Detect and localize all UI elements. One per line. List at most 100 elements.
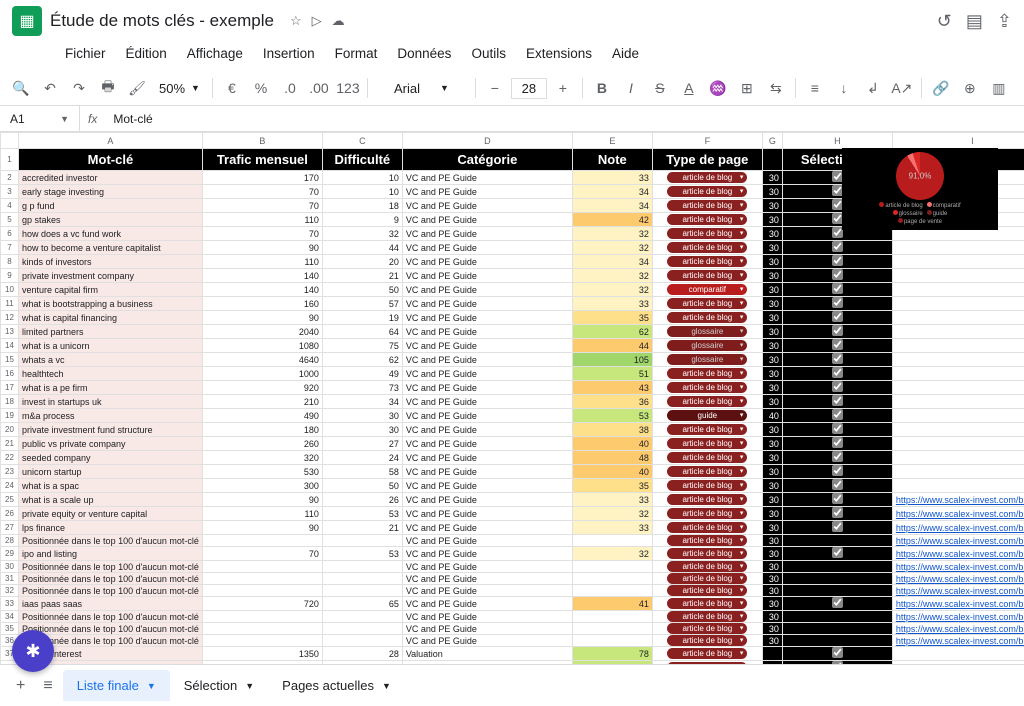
cell-g[interactable]: 30 [762, 339, 782, 353]
cell-keyword[interactable]: what is bootstrapping a business [19, 297, 203, 311]
cell-keyword[interactable]: g p fund [19, 199, 203, 213]
cell-pagetype[interactable]: article de blog [652, 171, 762, 185]
cell-keyword[interactable]: Positionnée dans le top 100 d'aucun mot-… [19, 535, 203, 547]
cell-pagetype[interactable]: article de blog [652, 585, 762, 597]
cell-keyword[interactable]: Positionnée dans le top 100 d'aucun mot-… [19, 585, 203, 597]
cell-category[interactable]: VC and PE Guide [402, 465, 572, 479]
header-cell[interactable]: Trafic mensuel [202, 149, 322, 171]
col-header-A[interactable]: A [19, 133, 203, 149]
cell-g[interactable]: 30 [762, 353, 782, 367]
select-checkbox[interactable] [832, 353, 843, 364]
cell-note[interactable]: 43 [572, 381, 652, 395]
row-header-12[interactable]: 12 [1, 311, 19, 325]
cell-keyword[interactable]: what is capital financing [19, 311, 203, 325]
cell-selected[interactable] [782, 381, 892, 395]
cell-note[interactable]: 44 [572, 339, 652, 353]
select-checkbox[interactable] [832, 437, 843, 448]
cell-url[interactable] [892, 325, 1024, 339]
font-increase-icon[interactable]: + [550, 75, 576, 101]
cell-traffic[interactable]: 490 [202, 409, 322, 423]
font-size-input[interactable]: 28 [511, 78, 547, 99]
cell-difficulty[interactable] [322, 573, 402, 585]
cell-traffic[interactable]: 90 [202, 241, 322, 255]
cell-note[interactable]: 32 [572, 507, 652, 521]
header-cell[interactable]: Catégorie [402, 149, 572, 171]
row-header-29[interactable]: 29 [1, 547, 19, 561]
cell-category[interactable]: VC and PE Guide [402, 635, 572, 647]
cell-note[interactable]: 48 [572, 451, 652, 465]
cell-pagetype[interactable]: article de blog [652, 297, 762, 311]
cell-pagetype[interactable]: article de blog [652, 465, 762, 479]
cell-selected[interactable] [782, 465, 892, 479]
cell-difficulty[interactable] [322, 561, 402, 573]
cell-selected[interactable] [782, 311, 892, 325]
format-number-icon[interactable]: 123 [335, 75, 361, 101]
cell-keyword[interactable]: accredited investor [19, 171, 203, 185]
cell-g[interactable]: 30 [762, 561, 782, 573]
row-header-2[interactable]: 2 [1, 171, 19, 185]
cell-url[interactable]: https://www.scalex-invest.com/blog/decod… [892, 611, 1024, 623]
cell-category[interactable]: VC and PE Guide [402, 409, 572, 423]
cell-traffic[interactable] [202, 535, 322, 547]
cell-url[interactable] [892, 255, 1024, 269]
cell-category[interactable]: VC and PE Guide [402, 437, 572, 451]
cloud-icon[interactable]: ☁ [332, 13, 345, 29]
cell-url[interactable] [892, 479, 1024, 493]
cell-note[interactable]: 33 [572, 171, 652, 185]
header-cell[interactable]: Mot-clé [19, 149, 203, 171]
cell-category[interactable]: VC and PE Guide [402, 493, 572, 507]
cell-traffic[interactable]: 90 [202, 311, 322, 325]
cell-traffic[interactable]: 260 [202, 437, 322, 451]
cell-category[interactable]: VC and PE Guide [402, 585, 572, 597]
select-checkbox[interactable] [832, 423, 843, 434]
sheet-tab[interactable]: Sélection ▼ [170, 670, 268, 701]
cell-difficulty[interactable]: 10 [322, 171, 402, 185]
cell-g[interactable]: 30 [762, 241, 782, 255]
cell-selected[interactable] [782, 597, 892, 611]
col-header-H[interactable]: H [782, 133, 892, 149]
cell-pagetype[interactable]: article de blog [652, 573, 762, 585]
cell-pagetype[interactable]: article de blog [652, 535, 762, 547]
cell-category[interactable]: VC and PE Guide [402, 311, 572, 325]
cell-note[interactable] [572, 535, 652, 547]
cell-traffic[interactable]: 1080 [202, 339, 322, 353]
cell-url[interactable]: https://www.scalex-invest.com/blog/infog… [892, 573, 1024, 585]
cell-difficulty[interactable] [322, 585, 402, 597]
cell-difficulty[interactable]: 53 [322, 547, 402, 561]
cell-selected[interactable] [782, 423, 892, 437]
menu-outils[interactable]: Outils [462, 42, 515, 65]
header-cell[interactable]: Note [572, 149, 652, 171]
row-header-3[interactable]: 3 [1, 185, 19, 199]
cell-category[interactable]: VC and PE Guide [402, 255, 572, 269]
cell-selected[interactable] [782, 521, 892, 535]
cell-difficulty[interactable]: 30 [322, 409, 402, 423]
formula-input[interactable]: Mot-clé [105, 106, 1024, 131]
cell-selected[interactable] [782, 283, 892, 297]
cell-selected[interactable] [782, 585, 892, 597]
cell-url[interactable] [892, 409, 1024, 423]
cell-difficulty[interactable]: 24 [322, 451, 402, 465]
cell-traffic[interactable]: 140 [202, 269, 322, 283]
cell-selected[interactable] [782, 395, 892, 409]
cell-g[interactable]: 30 [762, 269, 782, 283]
name-box[interactable]: A1▼ [0, 106, 80, 131]
cell-difficulty[interactable]: 65 [322, 597, 402, 611]
cell-keyword[interactable]: kinds of investors [19, 255, 203, 269]
select-checkbox[interactable] [832, 255, 843, 266]
cell-g[interactable]: 30 [762, 451, 782, 465]
cell-url[interactable]: https://www.scalex-invest.com/blog/techn… [892, 535, 1024, 547]
cell-keyword[interactable]: early stage investing [19, 185, 203, 199]
cell-category[interactable]: VC and PE Guide [402, 395, 572, 409]
select-checkbox[interactable] [832, 451, 843, 462]
cell-g[interactable] [762, 647, 782, 661]
row-header-1[interactable]: 1 [1, 149, 19, 171]
cell-pagetype[interactable]: article de blog [652, 451, 762, 465]
comment-icon[interactable]: ▤ [966, 11, 983, 32]
cell-keyword[interactable]: seeded company [19, 451, 203, 465]
cell-note[interactable] [572, 635, 652, 647]
select-checkbox[interactable] [832, 547, 843, 558]
cell-category[interactable]: VC and PE Guide [402, 573, 572, 585]
row-header-16[interactable]: 16 [1, 367, 19, 381]
cell-keyword[interactable]: lps finance [19, 521, 203, 535]
cell-selected[interactable] [782, 535, 892, 547]
